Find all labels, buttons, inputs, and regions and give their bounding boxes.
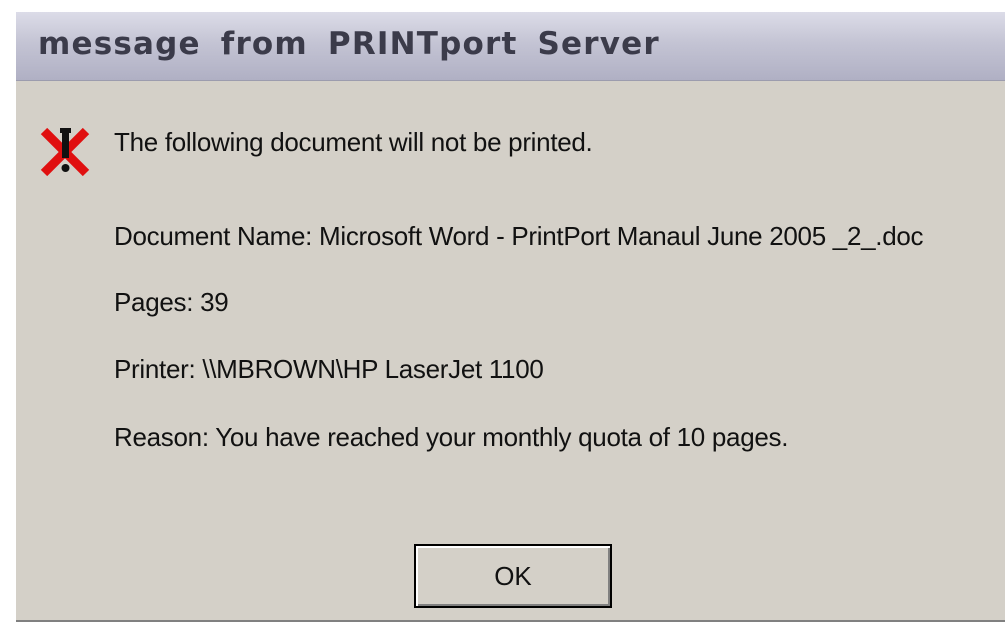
title-bar[interactable]: message from PRINTport Server [16,12,1005,81]
printer-text: Printer: \\MBROWN\HP LaserJet 1100 [114,354,544,384]
message-dialog: message from PRINTport Server The follow… [14,10,1005,622]
ok-button-label: OK [494,560,532,591]
reason-text: Reason: You have reached your monthly qu… [114,422,789,452]
error-x-icon [38,123,94,179]
ok-button[interactable]: OK [414,544,612,608]
message-text: The following document will not be print… [114,127,593,157]
dialog-content: The following document will not be print… [16,81,1005,622]
dialog-title: message from PRINTport Server [38,26,660,62]
document-name-text: Document Name: Microsoft Word - PrintPor… [114,221,924,251]
pages-text: Pages: 39 [114,287,229,317]
